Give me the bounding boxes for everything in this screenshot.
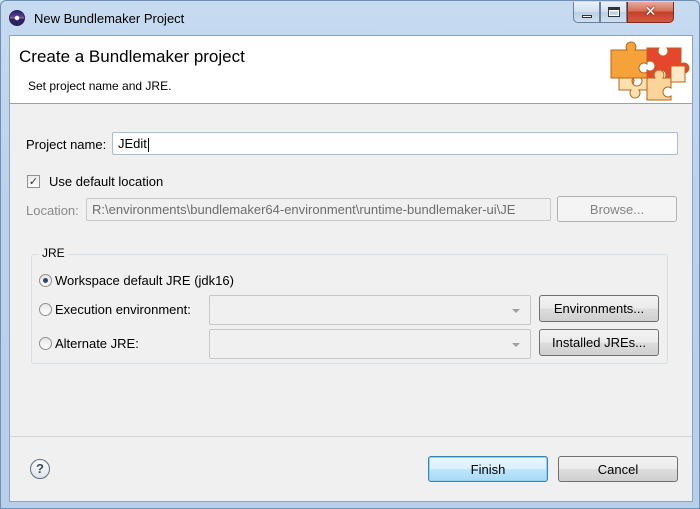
close-button[interactable]: ✕	[627, 2, 674, 23]
workspace-default-jre-label: Workspace default JRE (jdk16)	[55, 273, 234, 288]
use-default-location-label: Use default location	[49, 174, 164, 189]
installed-jres-button[interactable]: Installed JREs...	[539, 329, 659, 356]
use-default-location-checkbox[interactable]: ✓	[27, 175, 40, 188]
browse-button[interactable]: Browse...	[557, 196, 677, 222]
close-icon: ✕	[644, 4, 657, 20]
workspace-default-jre-radio[interactable]	[39, 274, 52, 287]
banner-title: Create a Bundlemaker project	[19, 47, 245, 66]
text-caret	[147, 137, 149, 152]
jre-group-title: JRE	[39, 246, 68, 260]
banner-description: Set project name and JRE.	[28, 79, 172, 93]
help-icon[interactable]: ?	[30, 459, 50, 479]
minimize-button[interactable]	[573, 2, 600, 23]
finish-button[interactable]: Finish	[428, 456, 548, 482]
chevron-down-icon	[512, 309, 520, 313]
wizard-banner: Create a Bundlemaker project Set project…	[10, 36, 692, 104]
execution-environment-select[interactable]	[209, 295, 531, 325]
alternate-jre-label: Alternate JRE:	[55, 336, 139, 351]
execution-environment-radio[interactable]	[39, 303, 52, 316]
cancel-button[interactable]: Cancel	[558, 456, 678, 482]
dialog-window: New Bundlemaker Project ✕ Create a Bundl…	[0, 0, 700, 509]
project-name-value: JEdit	[118, 136, 147, 151]
location-input[interactable]: R:\environments\bundlemaker64-environmen…	[86, 198, 551, 221]
location-label: Location:	[26, 203, 79, 218]
location-value: R:\environments\bundlemaker64-environmen…	[92, 202, 516, 217]
environments-button[interactable]: Environments...	[539, 295, 659, 322]
maximize-icon	[607, 7, 620, 17]
chevron-down-icon	[512, 343, 520, 347]
eclipse-icon	[9, 10, 25, 26]
alternate-jre-select[interactable]	[209, 329, 531, 359]
title-bar[interactable]: New Bundlemaker Project ✕	[1, 1, 699, 35]
maximize-button[interactable]	[600, 2, 627, 23]
window-title: New Bundlemaker Project	[34, 11, 185, 26]
jre-group: JRE Workspace default JRE (jdk16) Execut…	[31, 246, 668, 364]
dialog-client: Create a Bundlemaker project Set project…	[9, 35, 693, 502]
project-name-input[interactable]: JEdit	[112, 132, 678, 155]
execution-environment-label: Execution environment:	[55, 302, 191, 317]
minimize-icon	[581, 14, 592, 18]
puzzle-pieces-icon	[610, 41, 690, 101]
project-name-label: Project name:	[26, 137, 107, 152]
alternate-jre-radio[interactable]	[39, 337, 52, 350]
footer-separator	[10, 436, 692, 437]
